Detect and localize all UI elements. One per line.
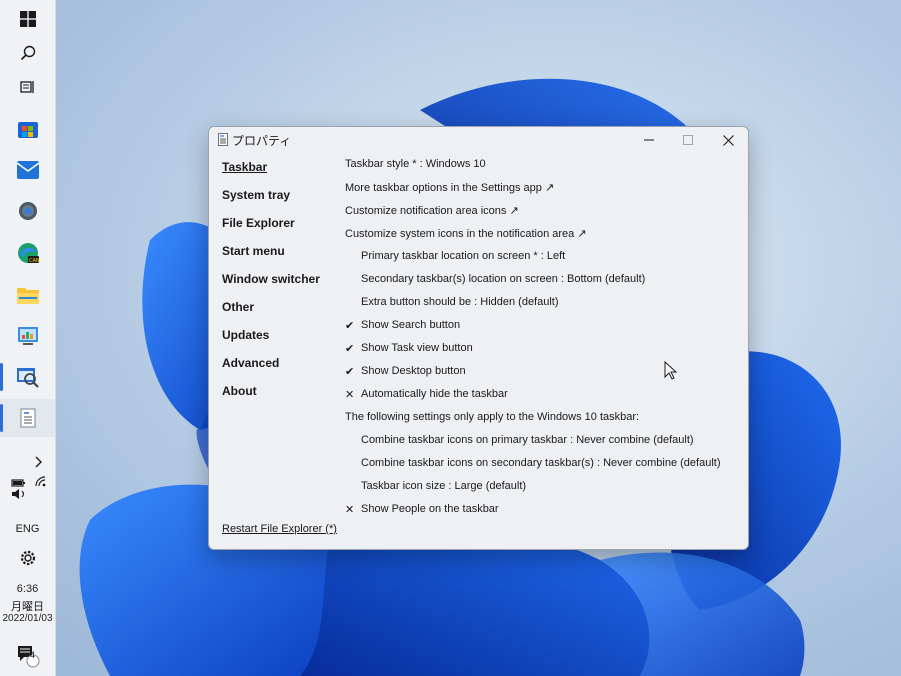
setting-combine-secondary[interactable]: Combine taskbar icons on secondary taskb…	[361, 457, 721, 469]
nav-item-start-menu[interactable]: Start menu	[222, 244, 285, 258]
setting-combine-primary[interactable]: Combine taskbar icons on primary taskbar…	[361, 434, 694, 446]
nav-item-system-tray[interactable]: System tray	[222, 188, 290, 202]
network-icon	[35, 476, 46, 487]
maximize-button[interactable]	[668, 127, 708, 153]
svg-text:CAN: CAN	[29, 258, 40, 264]
setting-label: Show Task view button	[361, 342, 473, 354]
setting-label: More taskbar options in the Settings app…	[345, 182, 555, 194]
title-bar[interactable]: プロパティ	[209, 127, 748, 153]
app-icon	[218, 133, 228, 146]
edge-can-icon[interactable]: CAN	[0, 234, 55, 272]
notification-center-icon[interactable]: 4	[0, 636, 55, 674]
mouse-cursor-icon	[664, 361, 678, 380]
setting-label: Taskbar style * : Windows 10	[345, 158, 486, 170]
nav-item-other[interactable]: Other	[222, 300, 254, 314]
setting-label: Show People on the taskbar	[361, 503, 499, 515]
setting-taskbar-style[interactable]: Taskbar style * : Windows 10	[345, 158, 486, 170]
setting-taskbar-icon-size[interactable]: Taskbar icon size : Large (default)	[361, 480, 526, 492]
setting-label: Primary taskbar location on screen * : L…	[361, 250, 566, 262]
notification-count-badge: 4	[30, 650, 36, 660]
check-icon: ✔	[345, 343, 355, 355]
windows-start-icon[interactable]	[0, 0, 55, 38]
nav-item-about[interactable]: About	[222, 384, 257, 398]
setting-system-icons-link[interactable]: Customize system icons in the notificati…	[345, 227, 587, 240]
setting-extra-button[interactable]: Extra button should be : Hidden (default…	[361, 296, 559, 308]
restart-file-explorer-link[interactable]: Restart File Explorer (*)	[222, 523, 337, 535]
setting-label: Show Desktop button	[361, 365, 466, 377]
task-view-icon[interactable]	[0, 68, 55, 106]
setting-secondary-location[interactable]: Secondary taskbar(s) location on screen …	[361, 273, 645, 285]
setting-notification-icons-link[interactable]: Customize notification area icons ↗	[345, 204, 519, 217]
minimize-icon	[644, 139, 654, 141]
check-icon: ✔	[345, 320, 355, 332]
window-title: プロパティ	[232, 134, 292, 148]
setting-label: Customize system icons in the notificati…	[345, 228, 587, 240]
language-indicator[interactable]: ENG	[0, 523, 55, 535]
cross-icon: ✕	[345, 389, 355, 401]
store-icon[interactable]	[0, 110, 55, 148]
cross-icon: ✕	[345, 504, 355, 516]
setting-label: Automatically hide the taskbar	[361, 388, 508, 400]
vertical-taskbar: CAN ENG 6:36 月曜日 2022/01/03 4	[0, 0, 56, 676]
search-icon[interactable]	[0, 34, 55, 72]
setting-label: Extra button should be : Hidden (default…	[361, 296, 559, 308]
win10-only-note: The following settings only apply to the…	[345, 411, 639, 423]
clock-date[interactable]: 2022/01/03	[0, 613, 55, 624]
minimize-button[interactable]	[629, 127, 669, 153]
clock-time[interactable]: 6:36	[0, 583, 55, 595]
setting-label: Combine taskbar icons on secondary taskb…	[361, 457, 721, 469]
tray-status-icons[interactable]	[0, 465, 55, 501]
volume-icon	[12, 489, 25, 499]
maximize-icon	[683, 135, 693, 145]
battery-icon	[11, 479, 25, 487]
setting-label: Taskbar icon size : Large (default)	[361, 480, 527, 492]
setting-label: Secondary taskbar(s) location on screen …	[361, 273, 646, 285]
control-panel-icon[interactable]	[0, 317, 55, 355]
nav-item-advanced[interactable]: Advanced	[222, 356, 279, 370]
properties-app-icon[interactable]	[0, 399, 55, 437]
magnifier-window-icon[interactable]	[0, 358, 55, 396]
close-icon	[722, 134, 734, 146]
file-explorer-icon[interactable]	[0, 276, 55, 314]
setting-label: Combine taskbar icons on primary taskbar…	[361, 434, 694, 446]
settings-icon[interactable]	[0, 192, 55, 230]
check-icon: ✔	[345, 366, 355, 378]
setting-primary-location[interactable]: Primary taskbar location on screen * : L…	[361, 250, 565, 262]
close-button[interactable]	[708, 127, 748, 153]
setting-more-taskbar-options-link[interactable]: More taskbar options in the Settings app…	[345, 181, 554, 194]
setting-label: The following settings only apply to the…	[345, 411, 640, 423]
gear-icon[interactable]	[0, 539, 55, 577]
nav-item-updates[interactable]: Updates	[222, 328, 269, 342]
setting-label: Customize notification area icons ↗	[345, 205, 519, 217]
nav-item-taskbar[interactable]: Taskbar	[222, 160, 267, 174]
properties-window: プロパティ Taskbar System tray File Explorer …	[208, 126, 749, 550]
clock-weekday[interactable]: 月曜日	[0, 598, 55, 614]
nav-item-file-explorer[interactable]: File Explorer	[222, 216, 295, 230]
mail-icon[interactable]	[0, 151, 55, 189]
setting-label: Show Search button	[361, 319, 461, 331]
nav-item-window-switcher[interactable]: Window switcher	[222, 272, 320, 286]
